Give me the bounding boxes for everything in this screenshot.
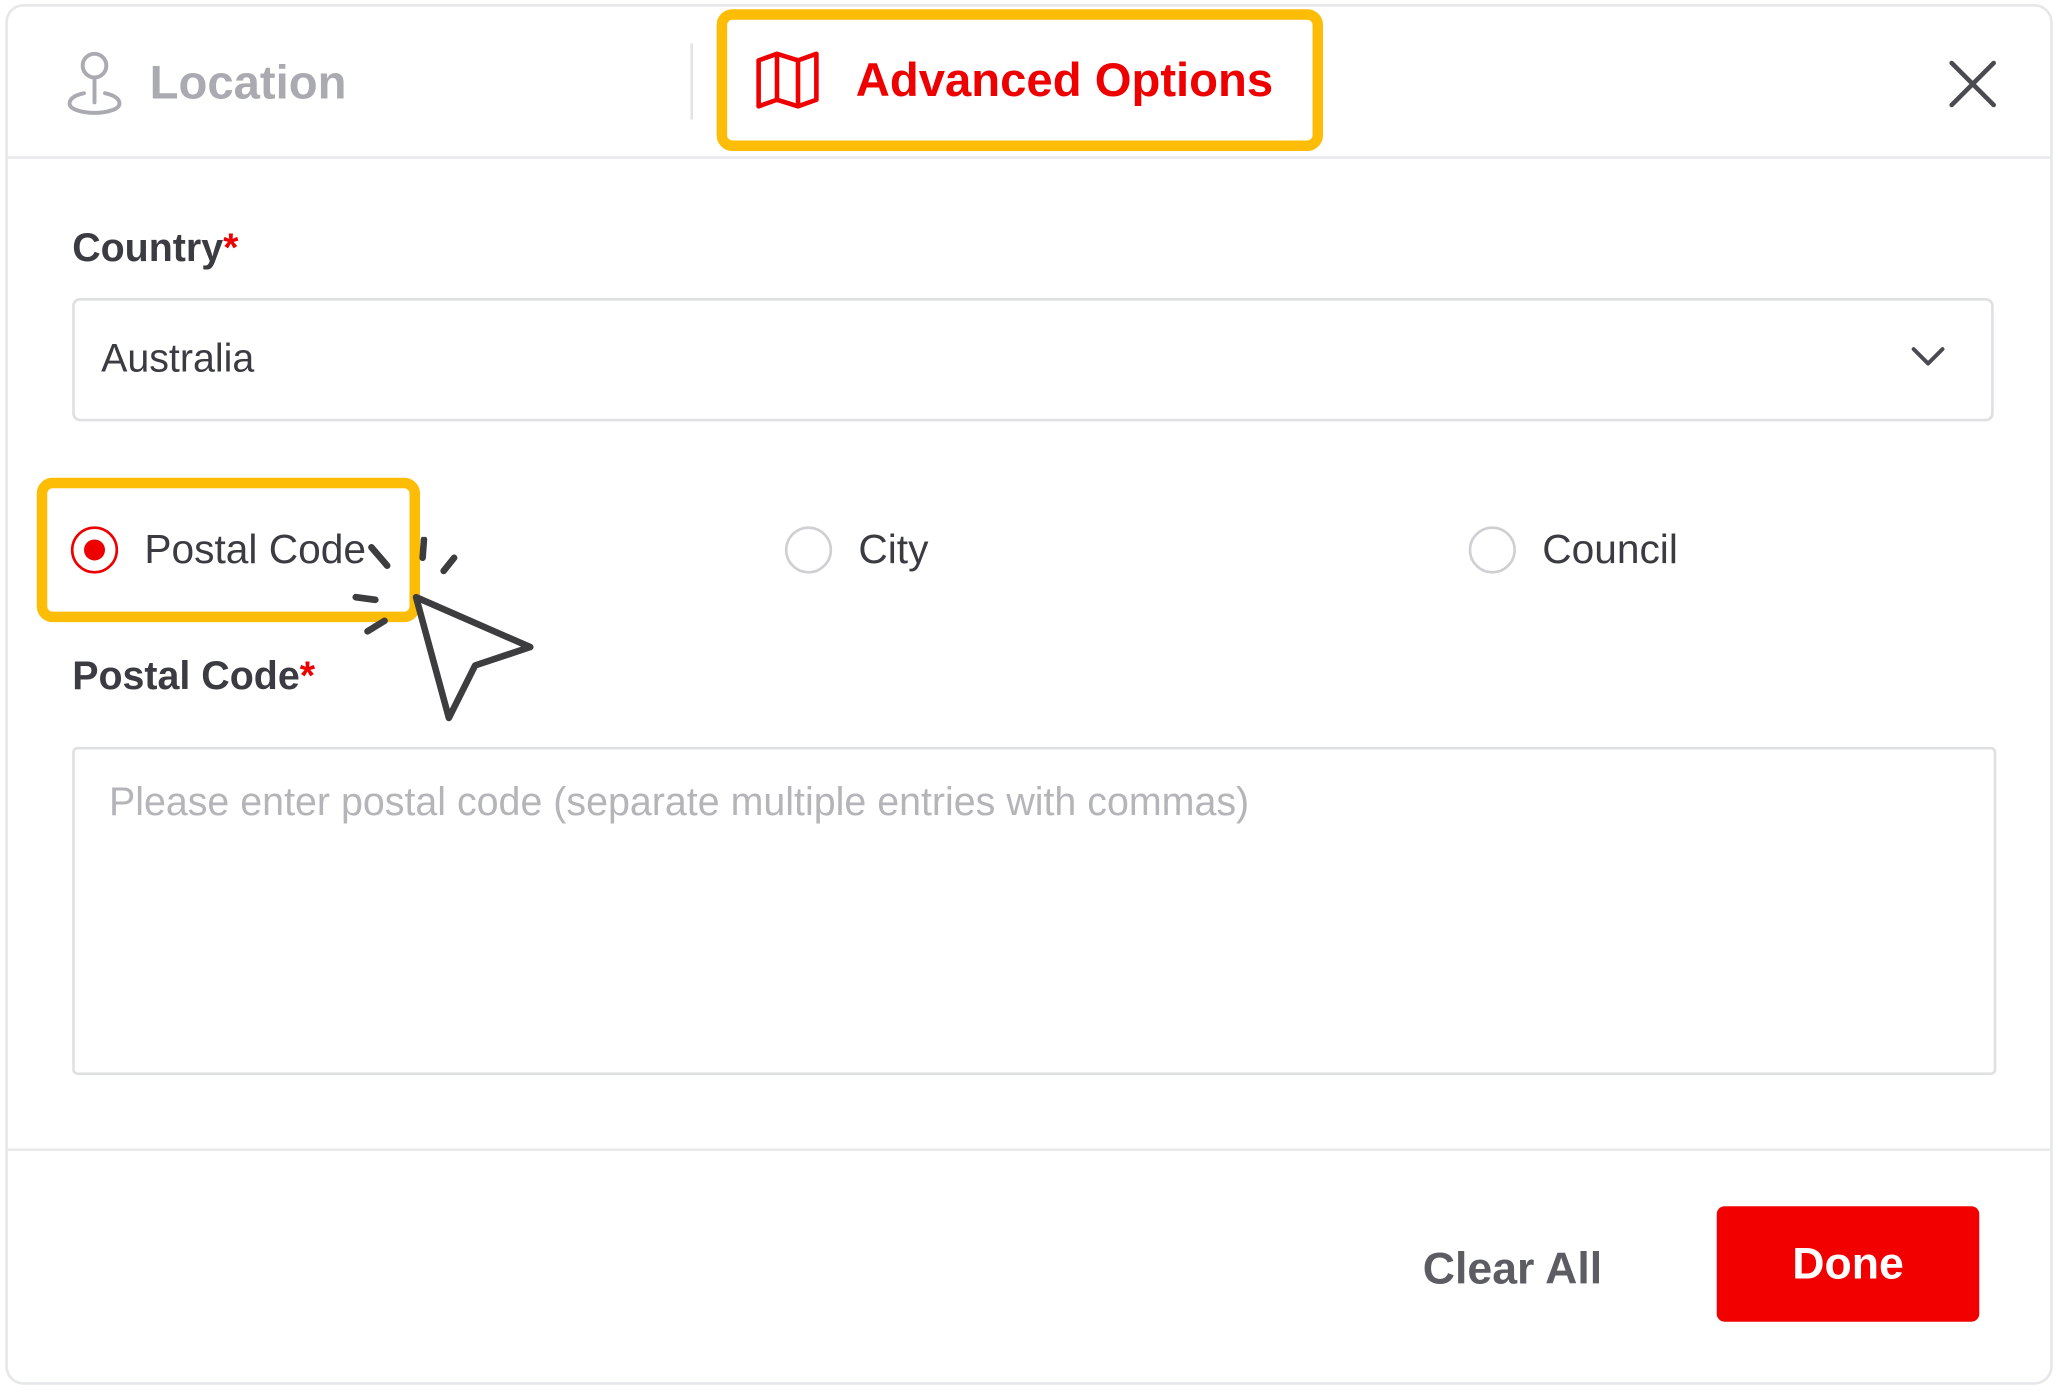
radio-council[interactable]: Council: [1468, 513, 1678, 587]
radio-city[interactable]: City: [784, 513, 929, 587]
dialog-footer: Clear All Done: [7, 1148, 2051, 1382]
radio-postal-code-label: Postal Code: [144, 526, 367, 573]
postal-code-label-text: Postal Code: [72, 654, 300, 699]
dialog-header: Location Advanced Options: [7, 7, 2051, 159]
postal-code-input[interactable]: [72, 746, 1997, 1075]
tab-divider: [690, 43, 693, 120]
done-button[interactable]: Done: [1716, 1206, 1980, 1322]
radio-city-label: City: [858, 526, 929, 573]
radio-council-circle[interactable]: [1468, 526, 1516, 574]
tab-advanced-options-label: Advanced Options: [855, 52, 1274, 107]
tab-location-label: Location: [149, 55, 347, 109]
radio-city-circle[interactable]: [784, 526, 833, 574]
country-select-value: Australia: [101, 337, 255, 381]
required-mark: *: [223, 227, 239, 271]
radio-postal-code-circle[interactable]: [70, 526, 119, 574]
tab-advanced-options[interactable]: Advanced Options: [716, 9, 1324, 151]
radio-postal-code[interactable]: Postal Code: [70, 513, 367, 587]
map-pin-icon: [67, 51, 122, 115]
clear-all-button[interactable]: Clear All: [1423, 1214, 1602, 1324]
country-select[interactable]: Australia: [72, 297, 1994, 422]
country-label: Country*: [72, 227, 238, 272]
tab-location[interactable]: Location: [66, 7, 347, 159]
advanced-options-dialog: Location Advanced Options Country* Austr…: [5, 3, 2053, 1385]
postal-code-label: Postal Code*: [72, 655, 315, 700]
map-icon: [756, 51, 819, 109]
country-label-text: Country: [72, 227, 224, 271]
close-icon[interactable]: [1948, 59, 1998, 109]
radio-council-label: Council: [1542, 526, 1678, 573]
search-type-radio-group: Postal Code City Council: [8, 513, 2050, 587]
required-mark: *: [299, 654, 316, 699]
chevron-down-icon: [1911, 347, 1945, 366]
